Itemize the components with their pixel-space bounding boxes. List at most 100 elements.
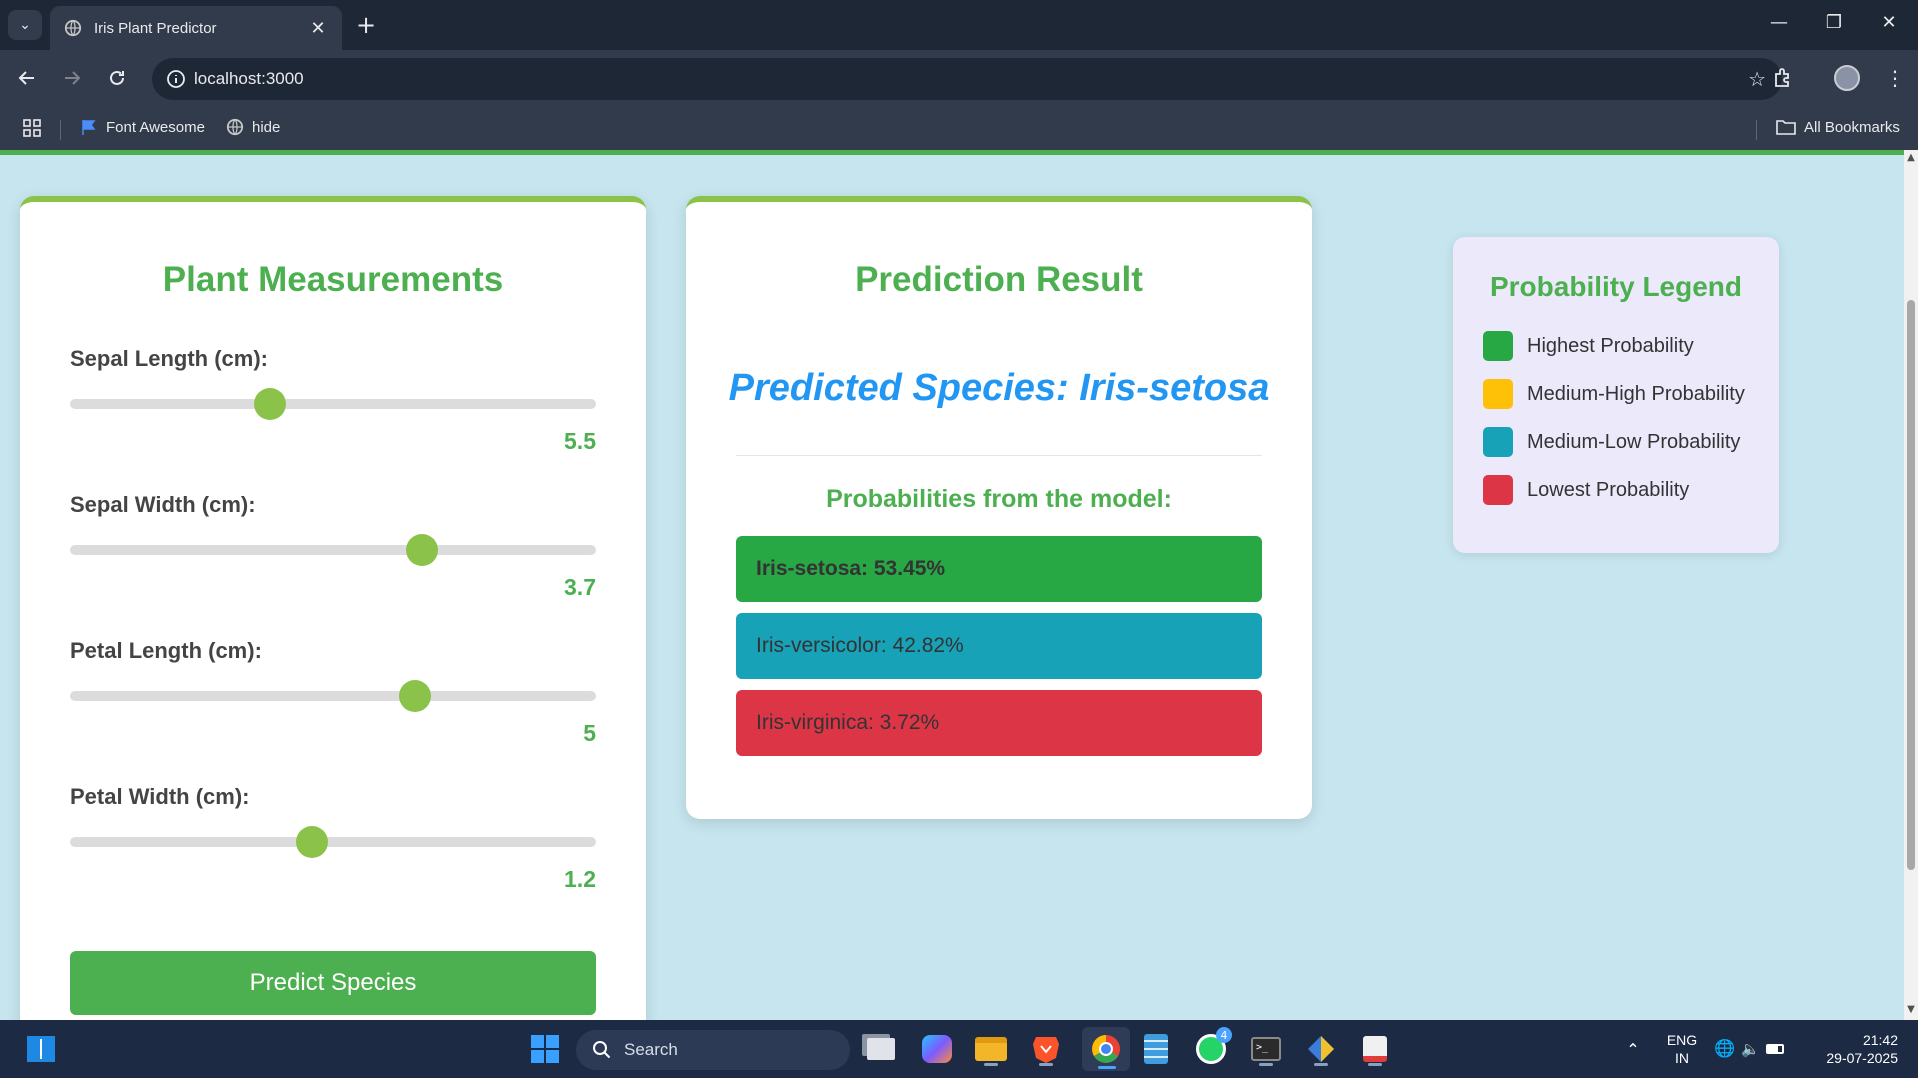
running-indicator: [1314, 1063, 1328, 1066]
address-bar[interactable]: localhost:3000 ☆: [152, 58, 1782, 100]
petal-width-value: 1.2: [564, 866, 596, 892]
widgets-button[interactable]: [22, 1030, 60, 1068]
slider-thumb[interactable]: [406, 534, 439, 566]
slider-thumb[interactable]: [253, 388, 286, 420]
globe-icon: [64, 19, 82, 37]
git-icon: [1308, 1036, 1334, 1062]
legend-label: Medium-Low Probability: [1527, 430, 1741, 453]
copilot-button[interactable]: [918, 1030, 956, 1068]
task-view-button[interactable]: [862, 1030, 900, 1068]
legend-swatch: [1483, 331, 1513, 361]
legend-label: Medium-High Probability: [1527, 382, 1745, 405]
terminal-button[interactable]: >_: [1247, 1030, 1285, 1068]
close-window-button[interactable]: ✕: [1874, 12, 1904, 33]
sepal-length-slider[interactable]: [70, 388, 596, 420]
slider-thumb[interactable]: [399, 680, 432, 712]
slider-thumb[interactable]: [295, 826, 328, 858]
kebab-menu-icon: ⋮: [1885, 66, 1905, 90]
probability-text: Iris-setosa: 53.45%: [756, 557, 946, 580]
notepad-icon: [1144, 1034, 1168, 1064]
all-bookmarks-button[interactable]: All Bookmarks: [1776, 118, 1900, 136]
sepal-width-value: 3.7: [564, 574, 596, 600]
predict-species-button[interactable]: Predict Species: [70, 951, 596, 1015]
bookmark-hide[interactable]: hide: [226, 118, 280, 136]
forward-button[interactable]: [57, 63, 87, 93]
sepal-width-slider[interactable]: [70, 534, 596, 566]
legend-item: Medium-Low Probability: [1483, 427, 1740, 457]
task-view-icon: [867, 1038, 895, 1060]
url-text: localhost:3000: [194, 69, 304, 88]
apps-grid-icon: [23, 119, 41, 137]
tab-search-button[interactable]: ⌄: [8, 10, 42, 40]
minimize-button[interactable]: —: [1764, 12, 1794, 33]
predicted-species-text: Predicted Species: Iris-setosa: [728, 367, 1270, 409]
bookmark-star-icon[interactable]: ☆: [1748, 67, 1766, 91]
new-tab-button[interactable]: +: [354, 12, 378, 38]
petal-width-slider[interactable]: [70, 826, 596, 858]
page-scrollbar[interactable]: ▲ ▼: [1904, 150, 1918, 1020]
lang-line2: IN: [1675, 1050, 1689, 1066]
browser-titlebar: ⌄ Iris Plant Predictor ✕ + — ❐ ✕: [0, 0, 1918, 50]
close-tab-icon[interactable]: ✕: [308, 18, 328, 39]
browser-menu-button[interactable]: ⋮: [1880, 63, 1910, 93]
petal-length-value: 5: [583, 720, 596, 746]
profile-avatar[interactable]: [1832, 63, 1862, 93]
widgets-icon: [27, 1036, 55, 1062]
file-explorer-button[interactable]: [972, 1030, 1010, 1068]
taskbar-search[interactable]: Search: [576, 1030, 850, 1070]
legend-swatch: [1483, 379, 1513, 409]
prediction-card: Prediction Result Predicted Species: Iri…: [686, 196, 1312, 819]
clock-date: 29-07-2025: [1826, 1050, 1898, 1066]
scroll-up-arrow-icon[interactable]: ▲: [1906, 152, 1916, 163]
petal-length-slider[interactable]: [70, 680, 596, 712]
legend-label: Highest Probability: [1527, 334, 1694, 357]
lang-line1: ENG: [1666, 1032, 1698, 1048]
folder-icon: [975, 1037, 1007, 1061]
search-icon: [593, 1041, 611, 1059]
probability-bar: Iris-versicolor: 42.82%: [736, 613, 1262, 679]
show-hidden-icons-button[interactable]: ⌃: [1614, 1030, 1652, 1068]
probability-bar: Iris-virginica: 3.72%: [736, 690, 1262, 756]
legend-item: Medium-High Probability: [1483, 379, 1745, 409]
info-icon[interactable]: [166, 69, 186, 89]
probability-text: Iris-virginica: 3.72%: [756, 711, 940, 734]
sepal-width-label: Sepal Width (cm):: [70, 492, 256, 517]
copilot-icon: [922, 1035, 952, 1063]
probabilities-heading: Probabilities from the model:: [826, 485, 1172, 513]
avatar: [1834, 65, 1860, 91]
whatsapp-button[interactable]: 4: [1192, 1027, 1232, 1068]
scroll-down-arrow-icon[interactable]: ▼: [1906, 1004, 1916, 1015]
back-button[interactable]: [12, 63, 42, 93]
browser-tab[interactable]: Iris Plant Predictor ✕: [50, 6, 342, 50]
legend-swatch: [1483, 475, 1513, 505]
legend-label: Lowest Probability: [1527, 478, 1690, 501]
reload-button[interactable]: [102, 63, 132, 93]
folder-icon: [1776, 120, 1796, 135]
chrome-icon: [1092, 1035, 1120, 1063]
start-button[interactable]: [526, 1030, 564, 1068]
brave-browser-button[interactable]: [1027, 1030, 1065, 1068]
reload-icon: [110, 70, 124, 85]
snipping-tool-button[interactable]: [1356, 1030, 1394, 1068]
bookmark-font-awesome[interactable]: Font Awesome: [80, 118, 205, 136]
running-indicator: [1039, 1063, 1053, 1066]
petal-length-label: Petal Length (cm):: [70, 638, 262, 663]
extensions-button[interactable]: [1768, 63, 1798, 93]
globe-icon: [226, 118, 244, 136]
bookmarks-divider: [1756, 120, 1757, 140]
language-indicator[interactable]: ENG IN: [1660, 1031, 1704, 1067]
clock[interactable]: 21:42 29-07-2025: [1808, 1031, 1898, 1067]
git-button[interactable]: [1302, 1030, 1340, 1068]
all-bookmarks-label: All Bookmarks: [1804, 118, 1900, 136]
chrome-button[interactable]: [1082, 1027, 1130, 1071]
header-accent-line: [0, 150, 1904, 155]
clock-time: 21:42: [1862, 1032, 1898, 1048]
restore-button[interactable]: ❐: [1819, 12, 1849, 33]
notepad-button[interactable]: [1137, 1030, 1175, 1068]
scrollbar-thumb[interactable]: [1907, 300, 1915, 870]
quick-settings-button[interactable]: 🌐 🔈: [1714, 1030, 1784, 1068]
apps-button[interactable]: [22, 118, 42, 138]
bookmarks-divider: [60, 120, 61, 140]
arrow-left-icon: [18, 71, 34, 85]
windows-logo-icon: [531, 1035, 559, 1063]
